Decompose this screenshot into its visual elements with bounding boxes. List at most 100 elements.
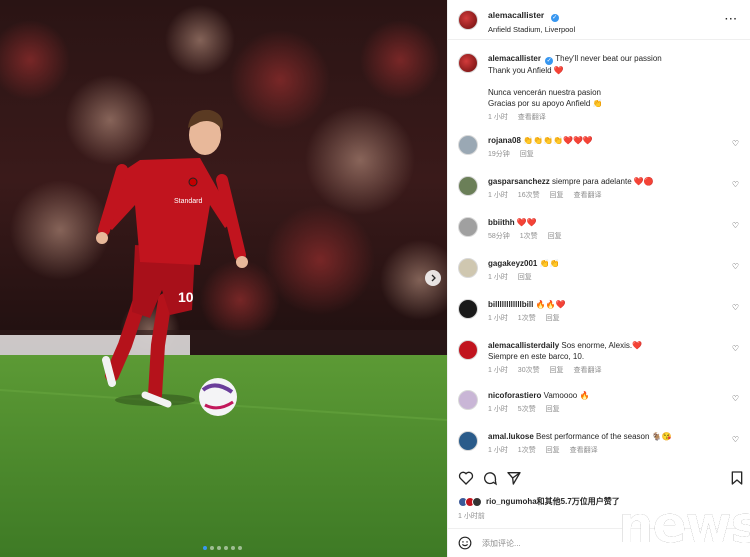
comment-time: 1 小时 xyxy=(488,367,508,374)
see-translation-link[interactable]: 查看翻译 xyxy=(574,192,602,199)
svg-text:Standard: Standard xyxy=(174,198,203,205)
comment-like-heart-icon[interactable]: ♡ xyxy=(732,221,739,230)
see-translation-link[interactable]: 查看翻译 xyxy=(518,114,546,121)
comment-username[interactable]: alemacallisterdaily xyxy=(488,341,559,350)
comment-text-line2: Siempre en este barco, 10. xyxy=(488,352,585,361)
reply-button[interactable]: 回复 xyxy=(546,447,560,454)
more-options-icon[interactable]: ··· xyxy=(725,14,738,25)
comment-text: 🔥🔥❤️ xyxy=(535,300,566,309)
carousel-next-button[interactable] xyxy=(425,270,441,286)
post-photo: Standard 10 xyxy=(0,0,447,557)
reply-button[interactable]: 回复 xyxy=(518,274,532,281)
avatar[interactable] xyxy=(458,176,478,196)
comment-like-count[interactable]: 1次赞 xyxy=(520,233,538,240)
see-translation-link[interactable]: 查看翻译 xyxy=(574,367,602,374)
reply-button[interactable]: 回复 xyxy=(546,315,560,322)
avatar[interactable] xyxy=(458,53,478,73)
comment-text: Vamoooo 🔥 xyxy=(543,391,590,400)
caption-line: They'll never beat our passion xyxy=(555,54,662,63)
bookmark-icon[interactable] xyxy=(729,470,745,486)
emoji-icon[interactable] xyxy=(458,536,472,550)
comment-like-count[interactable]: 16次赞 xyxy=(518,192,540,199)
comment-time: 1 小时 xyxy=(488,315,508,322)
comment-input[interactable] xyxy=(482,538,632,548)
avatar[interactable] xyxy=(458,299,478,319)
share-icon[interactable] xyxy=(506,470,522,486)
comment-username[interactable]: rojana08 xyxy=(488,136,521,145)
comment-text: siempre para adelante ❤️🔴 xyxy=(552,177,654,186)
player-photo-illustration: Standard 10 xyxy=(0,0,447,557)
comment-text: Best performance of the season 🐐😘 xyxy=(536,432,672,441)
reply-button[interactable]: 回复 xyxy=(550,192,564,199)
reply-button[interactable]: 回复 xyxy=(548,233,562,240)
chevron-right-icon xyxy=(431,274,436,282)
comment-like-heart-icon[interactable]: ♡ xyxy=(732,180,739,189)
likes-text[interactable]: rio_ngumoha和其他5.7万位用户赞了 xyxy=(486,496,620,507)
comment-time: 1 小时 xyxy=(488,447,508,454)
avatar[interactable] xyxy=(458,135,478,155)
see-translation-link[interactable]: 查看翻译 xyxy=(570,447,598,454)
comment-text: ❤️❤️ xyxy=(516,218,537,227)
comment-like-heart-icon[interactable]: ♡ xyxy=(732,262,739,271)
news-watermark: news xyxy=(618,496,750,554)
avatar[interactable] xyxy=(458,217,478,237)
carousel-dot xyxy=(203,546,207,550)
post-username[interactable]: alemacallister xyxy=(488,10,544,20)
comment-time: 58分钟 xyxy=(488,233,510,240)
comment-like-heart-icon[interactable]: ♡ xyxy=(732,435,739,444)
reply-button[interactable]: 回复 xyxy=(550,367,564,374)
comment-like-heart-icon[interactable]: ♡ xyxy=(732,303,739,312)
comment-username[interactable]: gasparsanchezz xyxy=(488,177,550,186)
likes-summary[interactable]: rio_ngumoha和其他5.7万位用户赞了 xyxy=(458,496,620,507)
comment-time: 19分钟 xyxy=(488,151,510,158)
comment-text: Sos enorme, Alexis.❤️ xyxy=(561,341,643,350)
comment-item: billllllllllllbill 🔥🔥❤️ 1 小时 1次赞 回复 ♡ xyxy=(458,299,741,340)
carousel-dot xyxy=(210,546,214,550)
comment-username[interactable]: billllllllllllbill xyxy=(488,300,533,309)
comment-item: gasparsanchezz siempre para adelante ❤️🔴… xyxy=(458,176,741,217)
comment-time: 1 小时 xyxy=(488,274,508,281)
comment-text: 👏👏👏👏❤️❤️❤️ xyxy=(523,136,593,145)
caption-time: 1 小时 xyxy=(488,114,508,121)
avatar[interactable] xyxy=(458,390,478,410)
comment-username[interactable]: amal.lukose xyxy=(488,432,534,441)
post-location[interactable]: Anfield Stadium, Liverpool xyxy=(488,25,575,34)
post-time: 1 小时前 xyxy=(458,513,485,520)
comment-icon[interactable] xyxy=(482,470,498,486)
comment-like-count[interactable]: 1次赞 xyxy=(518,315,536,322)
comment-like-count[interactable]: 30次赞 xyxy=(518,367,540,374)
comment-like-count[interactable]: 1次赞 xyxy=(518,447,536,454)
caption-line: Thank you Anfield ❤️ xyxy=(488,66,564,75)
avatar[interactable] xyxy=(458,340,478,360)
post-side-panel: alemacallister ✓ Anfield Stadium, Liverp… xyxy=(447,0,750,557)
comment-like-count[interactable]: 5次赞 xyxy=(518,406,536,413)
avatar[interactable] xyxy=(458,258,478,278)
comment-like-heart-icon[interactable]: ♡ xyxy=(732,394,739,403)
comments-list[interactable]: alemacallister ✓ They'll never beat our … xyxy=(448,41,750,461)
caption-line: Gracias por su apoyo Anfield 👏 xyxy=(488,99,603,108)
comment-like-heart-icon[interactable]: ♡ xyxy=(732,139,739,148)
comment-text: 👏👏 xyxy=(539,259,560,268)
heart-icon[interactable] xyxy=(458,470,474,486)
comment-like-heart-icon[interactable]: ♡ xyxy=(732,344,739,353)
comment-username[interactable]: nicoforastiero xyxy=(488,391,541,400)
avatar[interactable] xyxy=(458,431,478,451)
comment-username[interactable]: bbiithh xyxy=(488,218,515,227)
comment-item: gagakeyz001 👏👏 1 小时 回复 ♡ xyxy=(458,258,741,299)
verified-badge-icon: ✓ xyxy=(545,57,554,65)
caption-username[interactable]: alemacallister xyxy=(488,54,541,63)
svg-text:10: 10 xyxy=(178,289,194,305)
comment-time: 1 小时 xyxy=(488,406,508,413)
comment-item: rojana08 👏👏👏👏❤️❤️❤️ 19分钟 回复 ♡ xyxy=(458,135,741,176)
reply-button[interactable]: 回复 xyxy=(520,151,534,158)
carousel-dot xyxy=(238,546,242,550)
liker-avatar xyxy=(472,496,482,507)
post-caption: alemacallister ✓ They'll never beat our … xyxy=(458,53,741,123)
comment-item: alemacallisterdaily Sos enorme, Alexis.❤… xyxy=(458,340,741,390)
comment-item: bbiithh ❤️❤️ 58分钟 1次赞 回复 ♡ xyxy=(458,217,741,258)
carousel-dot xyxy=(224,546,228,550)
comment-item: nicoforastiero Vamoooo 🔥 1 小时 5次赞 回复 ♡ xyxy=(458,390,741,431)
comment-username[interactable]: gagakeyz001 xyxy=(488,259,537,268)
reply-button[interactable]: 回复 xyxy=(546,406,560,413)
avatar[interactable] xyxy=(458,9,478,30)
